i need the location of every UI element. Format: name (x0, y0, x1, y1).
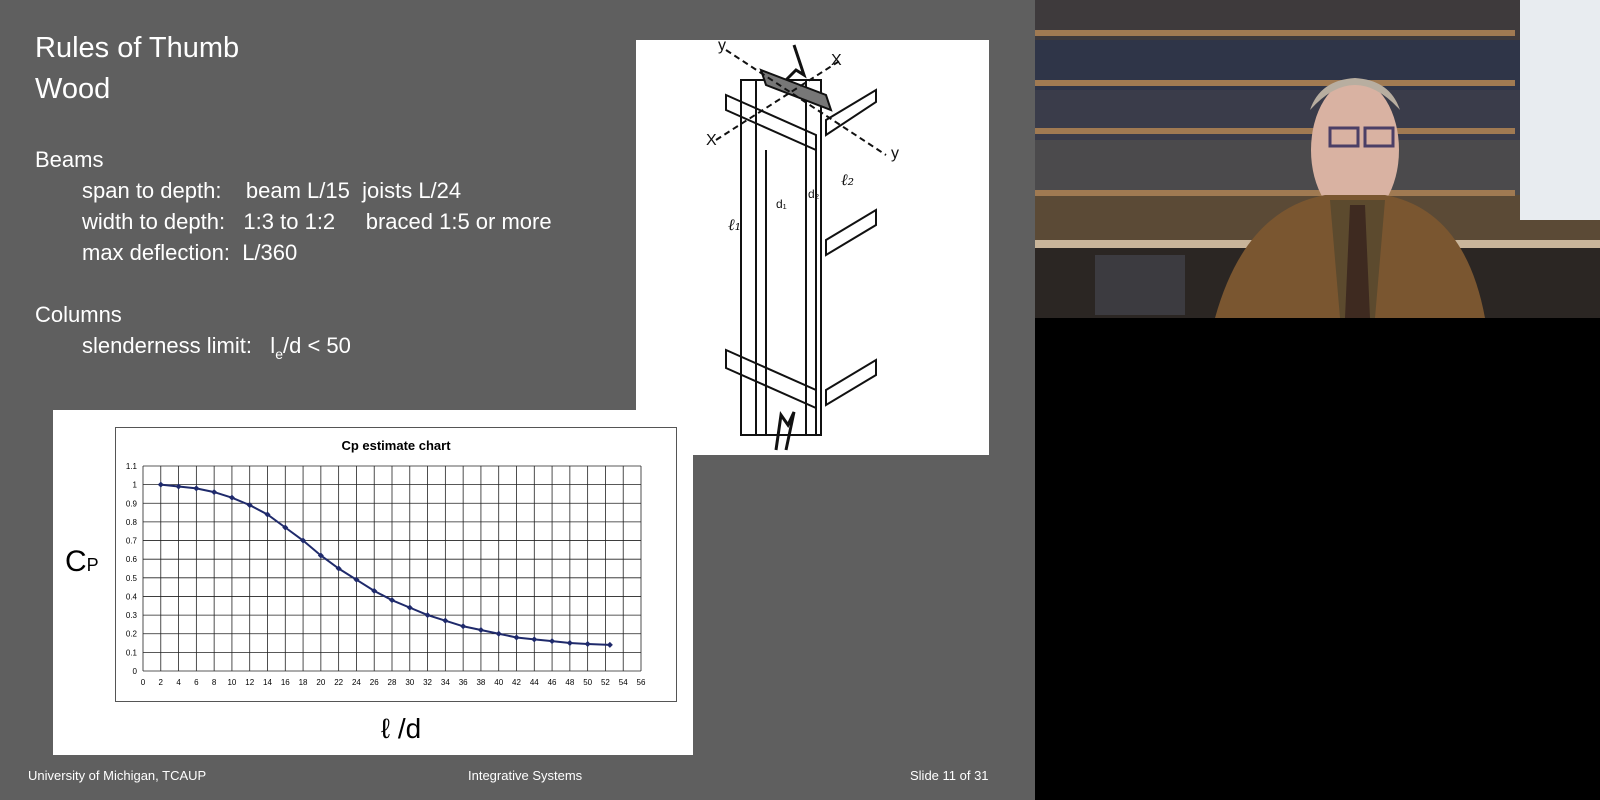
cp-series-line (160, 483, 610, 646)
cp-estimate-chart: Cp estimate chart 0 2 4 6 8 10 12 14 16 18 20 22 24 2… (115, 427, 677, 702)
chart-title: Cp estimate chart (341, 438, 451, 453)
empty-video-area (1035, 318, 1600, 800)
slenderness-limit-text: slenderness limit: le/d < 50 (82, 333, 351, 362)
x-tick-label: 44 (530, 678, 539, 687)
y-tick-label: 0.8 (126, 518, 138, 527)
cp-data-point (424, 612, 431, 619)
x-tick-label: 24 (352, 678, 361, 687)
y-tick-label: 0.7 (126, 537, 138, 546)
diagram-label-x-top: X (831, 52, 842, 69)
x-tick-label: 54 (619, 678, 628, 687)
x-tick-label: 8 (212, 678, 217, 687)
diagram-label-d2: d₂ (808, 187, 820, 201)
cp-data-point (549, 638, 556, 645)
diagram-label-x-left: X (706, 132, 717, 149)
x-tick-label: 52 (601, 678, 610, 687)
webcam-video (1035, 0, 1600, 318)
x-tick-label: 12 (245, 678, 254, 687)
x-tick-label: 22 (334, 678, 343, 687)
footer-university: University of Michigan, TCAUP (28, 768, 207, 783)
diagram-label-y-right: y (891, 145, 899, 162)
slide-title: Rules of Thumb (35, 32, 240, 64)
x-tick-label: 20 (316, 678, 325, 687)
columns-heading: Columns (35, 302, 122, 327)
cp-data-point (442, 617, 449, 624)
y-tick-label: 0.5 (126, 574, 138, 583)
x-tick-label: 56 (637, 678, 646, 687)
max-deflection-text: max deflection: L/360 (82, 240, 298, 265)
slide-subtitle: Wood (35, 73, 111, 105)
cp-data-point (584, 640, 591, 647)
x-tick-label: 4 (176, 678, 181, 687)
x-tick-label: 50 (583, 678, 592, 687)
x-tick-label: 48 (565, 678, 574, 687)
x-tick-label: 30 (405, 678, 414, 687)
beams-heading: Beams (35, 147, 104, 172)
slide: Rules of Thumb Wood Beams span to depth:… (0, 0, 1035, 800)
x-tick-label: 6 (194, 678, 199, 687)
cp-data-point (495, 630, 502, 637)
cp-data-point (193, 485, 200, 492)
y-tick-label: 0.3 (126, 611, 138, 620)
slenderness-suffix: /d < 50 (282, 333, 351, 358)
cp-axis-label: CP (65, 545, 99, 579)
diagram-label-d1: d₁ (776, 197, 787, 211)
width-to-depth-text: width to depth: 1:3 to 1:2 braced 1:5 or… (82, 209, 552, 234)
slenderness-prefix: slenderness limit: l (82, 333, 276, 358)
x-tick-label: 2 (159, 678, 164, 687)
x-tick-label: 34 (441, 678, 450, 687)
y-tick-label: 0.4 (126, 592, 138, 601)
span-to-depth-text: span to depth: beam L/15 joists L/24 (82, 178, 462, 203)
cp-axis-label-main: C (65, 545, 87, 578)
y-tick-label: 1 (133, 481, 138, 490)
x-tick-label: 16 (281, 678, 290, 687)
y-tick-label: 0.2 (126, 630, 138, 639)
x-tick-label: 42 (512, 678, 521, 687)
x-tick-label: 38 (476, 678, 485, 687)
y-tick-label: 1.1 (126, 462, 138, 471)
x-tick-label: 18 (299, 678, 308, 687)
y-tick-label: 0.1 (126, 648, 138, 657)
cp-data-point (460, 623, 467, 630)
x-tick-label: 14 (263, 678, 272, 687)
x-tick-label: 32 (423, 678, 432, 687)
diagram-label-y-top: y (718, 40, 726, 54)
x-tick-label: 36 (459, 678, 468, 687)
x-tick-label: 10 (227, 678, 236, 687)
cp-data-point (513, 634, 520, 641)
cp-data-point (228, 494, 235, 501)
y-tick-label: 0 (133, 667, 138, 676)
column-diagram-drawing: X X y y ℓ₁ ℓ₂ d₁ d₂ (706, 37, 899, 451)
chart-svg: 0 2 4 6 8 10 12 14 16 18 20 22 24 26 28 30 32 34 36 38 40 42 4… (126, 462, 646, 687)
diagram-label-l1: ℓ₁ (728, 215, 741, 234)
slenderness-subscript: e (275, 346, 283, 362)
diagram-label-l2: ℓ₂ (841, 170, 854, 189)
x-tick-label: 28 (388, 678, 397, 687)
cp-axis-label-sub: P (86, 555, 99, 575)
webcam-image (1035, 0, 1600, 318)
x-tick-label: 0 (141, 678, 146, 687)
cp-data-point (211, 489, 218, 496)
cp-data-point (406, 604, 413, 611)
ld-axis-label: ℓ /d (381, 713, 422, 744)
footer-slide-number: Slide 11 of 31 (910, 768, 989, 783)
cp-data-point (566, 640, 573, 647)
x-tick-label: 40 (494, 678, 503, 687)
y-tick-label: 0.6 (126, 555, 138, 564)
x-tick-label: 26 (370, 678, 379, 687)
y-tick-label: 0.9 (126, 499, 138, 508)
cp-data-point (477, 627, 484, 633)
cp-data-point (531, 636, 538, 643)
cp-data-point (157, 481, 164, 488)
cp-data-point (606, 641, 613, 648)
footer-course: Integrative Systems (468, 768, 583, 783)
column-diagram: X X y y ℓ₁ ℓ₂ d₁ d₂ (636, 37, 989, 455)
x-tick-label: 46 (548, 678, 557, 687)
